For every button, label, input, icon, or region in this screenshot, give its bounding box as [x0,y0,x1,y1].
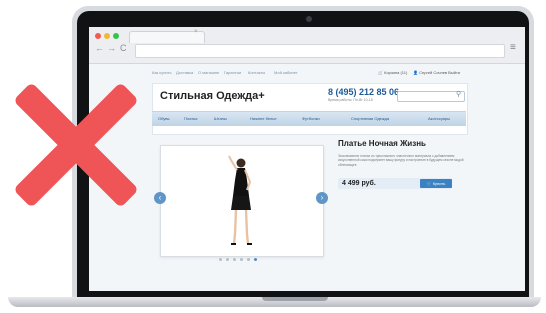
user-menu[interactable]: 👤 Сергей Сочнев Выйти [413,70,460,75]
search-input[interactable] [397,91,465,102]
nav-link-account[interactable]: Мой кабинет [274,70,298,75]
maximize-window-button[interactable] [113,33,119,39]
site-logo[interactable]: Стильная Одежда+ [160,90,265,102]
buy-button[interactable]: 🛒 Купить [420,179,452,188]
arrow-right-icon[interactable]: › [316,192,328,204]
carousel-dot[interactable] [226,258,229,261]
buy-button-label: Купить [432,181,446,186]
category-bar: Обувь Платья Штаны Нижнее белье Футболки… [152,111,466,126]
cart-label: Корзина (11) [384,70,408,75]
user-icon: 👤 [413,70,418,75]
working-hours: Время работы: Пн-Вт 10-18 [328,98,373,102]
menu-icon[interactable]: ≡ [510,42,516,53]
top-nav: Как купить Доставка О магазине Гарантии … [152,70,332,78]
category-underwear[interactable]: Нижнее белье [250,116,277,121]
category-shoes[interactable]: Обувь [158,116,170,121]
carousel-dot[interactable] [219,258,222,261]
cart-link[interactable]: 🛒 Корзина (11) [378,70,407,75]
laptop-notch [262,297,328,301]
arrow-left-icon[interactable]: ‹ [154,192,166,204]
category-pants[interactable]: Штаны [214,116,227,121]
phone-number: 8 (495) 212 85 06 [328,87,400,97]
category-sportswear[interactable]: Спортивная Одежда [351,116,389,121]
address-bar[interactable] [135,44,505,58]
carousel-dot[interactable] [247,258,250,261]
product-photo [228,155,252,245]
category-tshirts[interactable]: Футболки [302,116,320,121]
category-accessories[interactable]: Аксессуары [428,116,450,121]
category-dresses[interactable]: Платья [184,116,197,121]
nav-link-contacts[interactable]: Контакты [248,70,265,75]
camera-icon [306,16,312,22]
back-button[interactable]: ← [95,43,104,53]
product-title: Платье Ночная Жизнь [338,139,426,148]
cart-icon: 🛒 [426,181,432,186]
reload-button[interactable]: C [120,43,127,53]
product-price: 4 499 руб. [342,180,376,187]
tab-close-icon[interactable]: × [194,29,198,35]
nav-link-about[interactable]: О магазине [198,70,219,75]
carousel-dot[interactable] [233,258,236,261]
forward-button[interactable]: → [107,43,116,53]
nav-link-delivery[interactable]: Доставка [176,70,193,75]
carousel-dot[interactable] [240,258,243,261]
user-label: Сергей Сочнев Выйти [419,70,461,75]
carousel-dots [219,258,269,262]
carousel-dot-active[interactable] [254,258,257,261]
cart-icon: 🛒 [378,70,383,75]
nav-link-how-to-buy[interactable]: Как купить [152,70,172,75]
product-slider[interactable] [160,145,324,257]
browser-chrome: × ← → C ≡ [89,27,525,64]
minimize-window-button[interactable] [104,33,110,39]
search-icon[interactable]: ⚲ [456,90,461,98]
product-description: Эксклюзивное платье из трикотажного элас… [338,154,464,167]
close-window-button[interactable] [95,33,101,39]
nav-link-guarantees[interactable]: Гарантии [224,70,241,75]
